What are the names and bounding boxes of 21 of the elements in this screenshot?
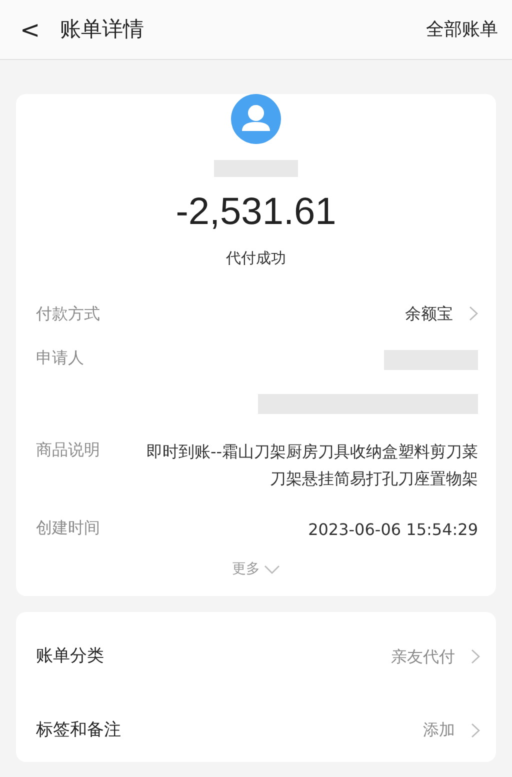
detail-label: 付款方式 [36, 302, 100, 324]
page-title: 账单详情 [60, 16, 144, 43]
back-button[interactable]: < [16, 18, 44, 42]
chevron-right-icon [471, 649, 480, 664]
option-label: 账单分类 [36, 645, 104, 668]
detail-label: 商品说明 [36, 438, 100, 460]
option-row[interactable]: 标签和备注 添加 [32, 694, 480, 768]
amount: -2,531.61 [176, 193, 336, 231]
status-text: 代付成功 [226, 248, 286, 269]
detail-value: 2023-06-06 15:54:29 [308, 518, 478, 541]
detail-label: 申请人 [36, 346, 84, 368]
payment-method-link[interactable]: 余额宝 [405, 302, 478, 326]
option-row[interactable]: 账单分类 亲友代付 [32, 620, 480, 694]
detail-label: 创建时间 [36, 516, 100, 539]
detail-value: 即时到账--霜山刀架厨房刀具收纳盒塑料剪刀菜刀架悬挂简易打孔刀座置物架 [145, 440, 478, 490]
option-label: 标签和备注 [36, 718, 121, 742]
chevron-right-icon [471, 722, 480, 738]
option-value: 亲友代付 [391, 646, 455, 668]
chevron-right-icon [469, 306, 478, 321]
all-bills-link[interactable]: 全部账单 [426, 16, 498, 43]
option-value: 添加 [423, 719, 455, 742]
